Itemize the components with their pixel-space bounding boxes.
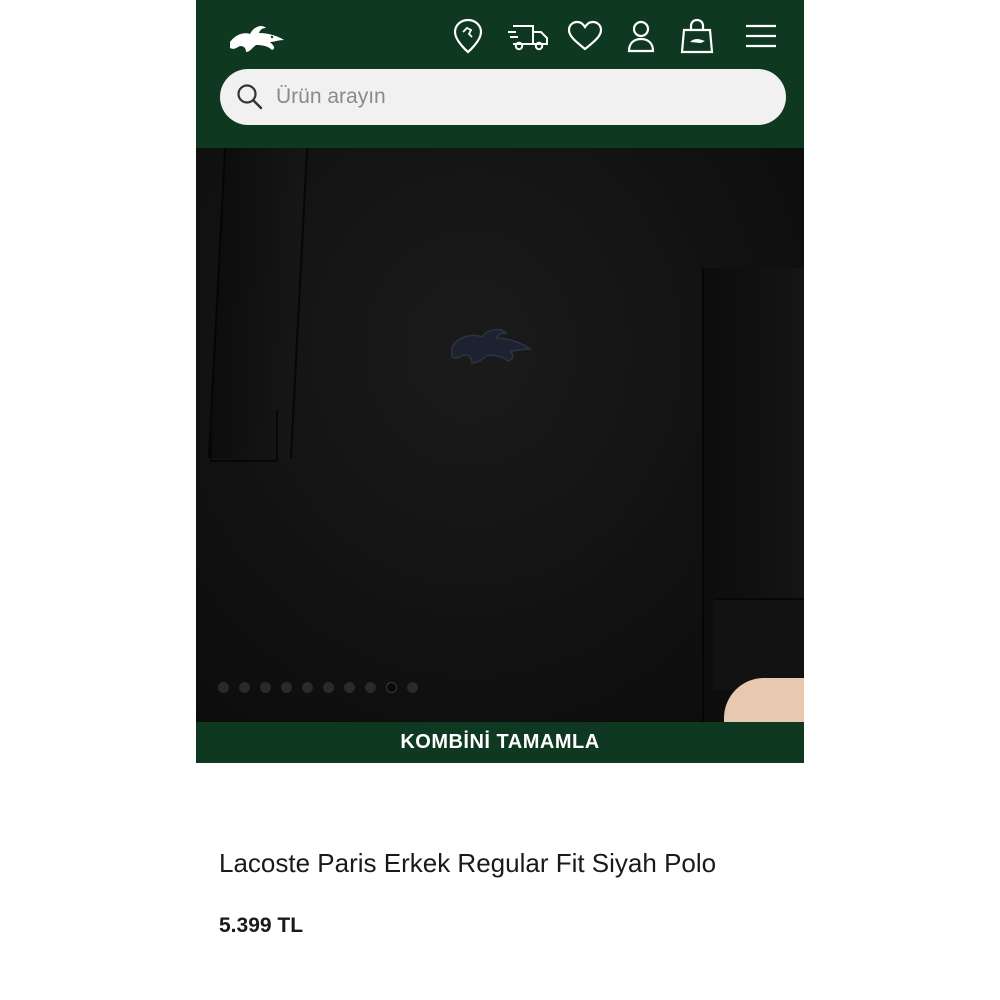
header-icons bbox=[446, 16, 786, 56]
shopping-bag-icon[interactable] bbox=[678, 16, 716, 56]
hamburger-menu-icon[interactable] bbox=[744, 16, 778, 56]
gallery-dot[interactable] bbox=[407, 682, 418, 693]
product-page: KOMBİNİ TAMAMLA Lacoste Paris Erkek Regu… bbox=[196, 0, 804, 1000]
gallery-dot[interactable] bbox=[344, 682, 355, 693]
search-icon[interactable] bbox=[236, 83, 264, 111]
gallery-dot-active[interactable] bbox=[386, 682, 397, 693]
gallery-dot[interactable] bbox=[281, 682, 292, 693]
polo-cuff bbox=[714, 598, 804, 690]
crocodile-logo-icon[interactable] bbox=[226, 18, 288, 58]
product-image[interactable] bbox=[196, 148, 804, 722]
gallery-dot[interactable] bbox=[260, 682, 271, 693]
gallery-dot[interactable] bbox=[323, 682, 334, 693]
gallery-dot[interactable] bbox=[302, 682, 313, 693]
header-bar bbox=[196, 0, 804, 148]
crocodile-badge-icon bbox=[451, 328, 532, 364]
gallery-pagination bbox=[218, 682, 418, 694]
heart-icon[interactable] bbox=[566, 16, 604, 56]
product-price: 5.399 TL bbox=[219, 914, 304, 937]
gallery-dot[interactable] bbox=[365, 682, 376, 693]
product-title: Lacoste Paris Erkek Regular Fit Siyah Po… bbox=[219, 848, 717, 878]
store-locator-icon[interactable] bbox=[450, 16, 486, 56]
delivery-truck-icon[interactable] bbox=[506, 16, 550, 56]
gallery-dot[interactable] bbox=[218, 682, 229, 693]
gallery-dot[interactable] bbox=[239, 682, 250, 693]
search-bar[interactable] bbox=[220, 69, 786, 125]
complete-outfit-button[interactable]: KOMBİNİ TAMAMLA bbox=[196, 722, 804, 763]
search-input[interactable] bbox=[274, 84, 758, 110]
polo-placket-end bbox=[210, 410, 278, 462]
user-icon[interactable] bbox=[624, 16, 658, 56]
